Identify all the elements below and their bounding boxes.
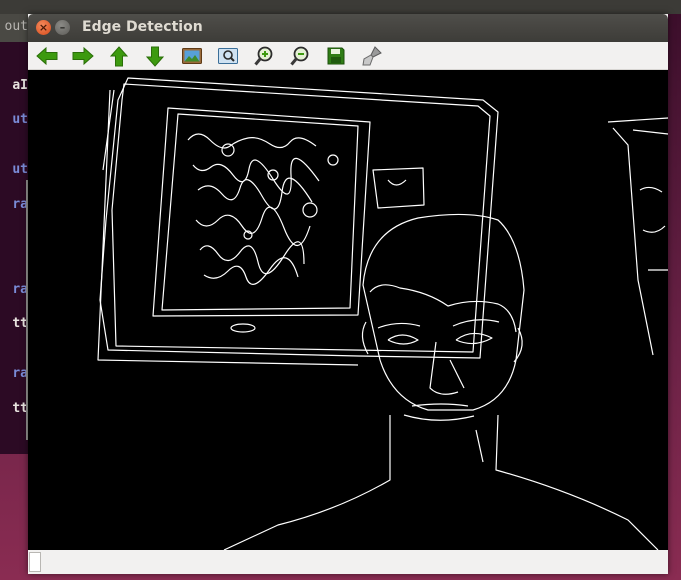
terminal-fragment: ut	[12, 162, 28, 177]
arrow-down-icon	[145, 46, 165, 67]
properties-brush-icon	[362, 46, 382, 66]
status-bar	[28, 550, 668, 574]
terminal-fragment: aI	[12, 78, 28, 93]
arrow-right-icon	[72, 46, 94, 66]
image-icon	[182, 48, 202, 64]
zoom-fit-button[interactable]	[215, 44, 241, 68]
window-title: Edge Detection	[82, 19, 203, 35]
background-window-title: out	[4, 19, 28, 34]
zoom-out-button[interactable]	[287, 44, 313, 68]
original-size-button[interactable]	[179, 44, 205, 68]
pan-left-button[interactable]	[34, 44, 60, 68]
background-terminal-tab[interactable]: out	[0, 14, 30, 42]
zoom-in-button[interactable]	[251, 44, 277, 68]
terminal-fragment: tt	[12, 401, 28, 416]
terminal-fragment: ra	[12, 366, 28, 381]
edge-detection-window: × – Edge Detection	[28, 14, 668, 574]
save-icon	[327, 47, 345, 65]
image-canvas[interactable]	[28, 70, 668, 550]
zoom-out-icon	[290, 46, 309, 66]
title-bar[interactable]: × – Edge Detection	[28, 14, 668, 42]
zoom-in-icon	[254, 46, 273, 66]
minimize-button[interactable]: –	[55, 20, 70, 35]
edge-detected-image	[97, 77, 668, 550]
zoom-fit-icon	[218, 48, 238, 64]
pan-up-button[interactable]	[106, 44, 132, 68]
save-button[interactable]	[323, 44, 349, 68]
terminal-fragment: tt	[12, 316, 28, 331]
pan-down-button[interactable]	[142, 44, 168, 68]
terminal-fragment: ut	[12, 112, 28, 127]
toolbar	[28, 42, 668, 70]
properties-button[interactable]	[359, 44, 385, 68]
pan-right-button[interactable]	[70, 44, 96, 68]
arrow-up-icon	[109, 46, 129, 67]
terminal-fragment: ra	[12, 282, 28, 297]
background-window-topbar	[0, 0, 681, 14]
close-icon: ×	[38, 21, 49, 34]
terminal-fragment: ra	[12, 197, 28, 212]
arrow-left-icon	[36, 46, 58, 66]
status-text	[29, 552, 41, 572]
close-button[interactable]: ×	[36, 20, 51, 35]
minimize-icon: –	[59, 21, 66, 34]
